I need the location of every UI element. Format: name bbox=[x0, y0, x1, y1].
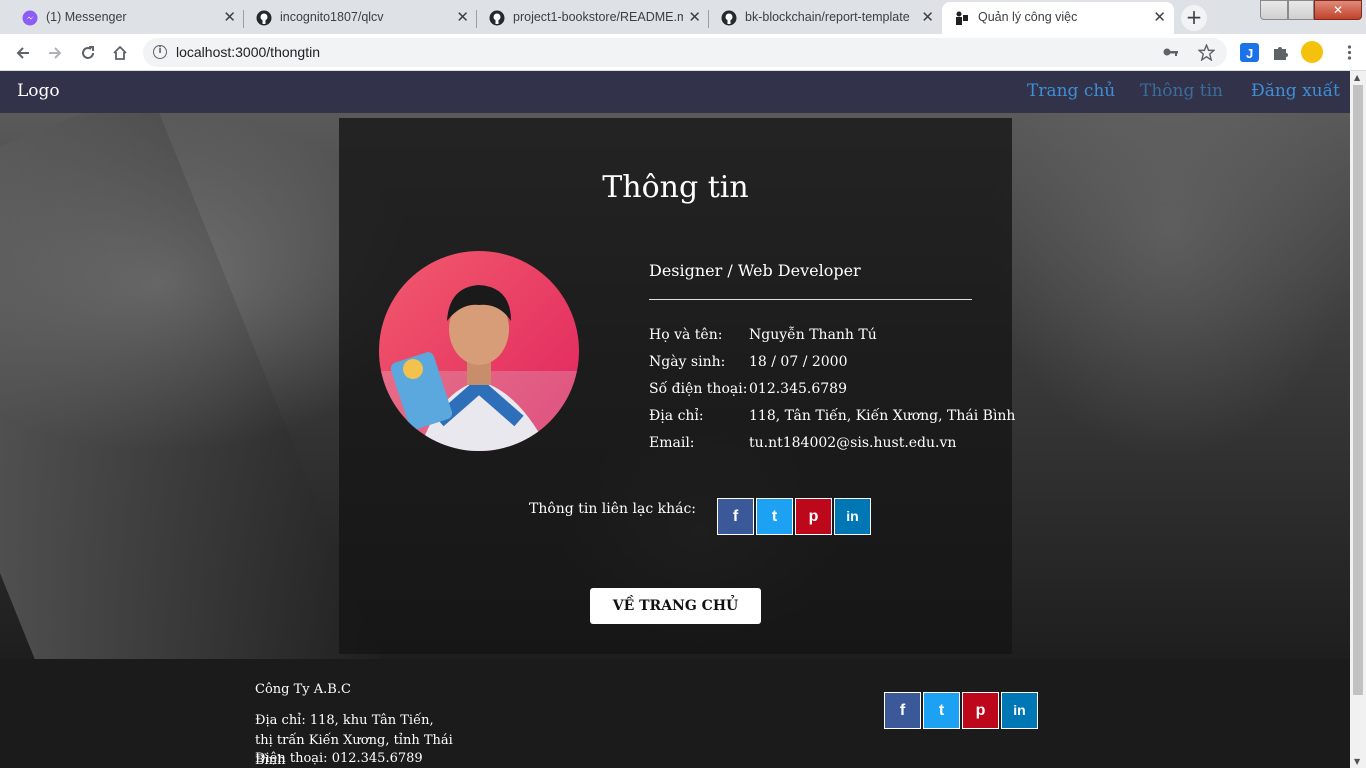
tab-label: bk-blockchain/report-template bbox=[745, 10, 910, 24]
browser-tab-bar: (1) Messenger ✕ incognito1807/qlcv ✕ pro… bbox=[0, 0, 1366, 34]
page-scrollbar[interactable]: ▲ ▼ bbox=[1350, 71, 1366, 768]
tab-label: Quản lý công việc bbox=[978, 10, 1078, 24]
tab-qlcv[interactable]: incognito1807/qlcv ✕ bbox=[244, 2, 477, 34]
tab-label: incognito1807/qlcv bbox=[280, 10, 384, 24]
svg-text:J: J bbox=[1246, 46, 1253, 61]
back-icon[interactable] bbox=[10, 40, 36, 66]
background-laptop-shape bbox=[0, 113, 389, 659]
site-logo[interactable]: Logo bbox=[17, 81, 60, 101]
info-row-name: Họ và tên: Nguyễn Thanh Tú bbox=[649, 327, 989, 349]
close-icon[interactable]: ✕ bbox=[456, 8, 469, 26]
web-page: Logo Trang chủ Thông tin Đăng xuất Thông… bbox=[0, 71, 1350, 768]
info-row-phone: Số điện thoại: 012.345.6789 bbox=[649, 381, 989, 403]
info-label: Họ và tên: bbox=[649, 327, 723, 343]
footer-facebook-icon[interactable]: f bbox=[884, 692, 921, 729]
footer-phone: Điện thoại: 012.345.6789 bbox=[255, 751, 423, 766]
nav-link-dang-xuat[interactable]: Đăng xuất bbox=[1251, 81, 1340, 101]
tab-label: project1-bookstore/README.md bbox=[513, 10, 683, 24]
site-footer: Công Ty A.B.C Địa chỉ: 118, khu Tân Tiến… bbox=[0, 659, 1350, 768]
home-icon[interactable] bbox=[107, 40, 133, 66]
site-navbar: Logo Trang chủ Thông tin Đăng xuất bbox=[0, 71, 1350, 113]
extension-j-icon[interactable]: J bbox=[1240, 43, 1259, 62]
site-info-icon[interactable]: i bbox=[153, 45, 167, 59]
profile-avatar[interactable] bbox=[1301, 41, 1323, 63]
scrollbar-thumb[interactable] bbox=[1353, 85, 1363, 695]
bookmark-star-icon[interactable] bbox=[1198, 44, 1215, 61]
scroll-up-icon[interactable]: ▲ bbox=[1354, 73, 1360, 82]
nav-link-thong-tin[interactable]: Thông tin bbox=[1140, 81, 1223, 101]
info-row-birthday: Ngày sinh: 18 / 07 / 2000 bbox=[649, 354, 989, 376]
forward-icon[interactable] bbox=[42, 40, 68, 66]
info-value: 012.345.6789 bbox=[749, 381, 847, 397]
close-icon[interactable]: ✕ bbox=[921, 8, 934, 26]
info-row-email: Email: tu.nt184002@sis.hust.edu.vn bbox=[649, 435, 989, 457]
github-icon bbox=[489, 10, 505, 26]
messenger-icon bbox=[22, 10, 38, 26]
info-value: 118, Tân Tiến, Kiến Xương, Thái Bình bbox=[749, 408, 1016, 424]
close-icon[interactable]: ✕ bbox=[688, 8, 701, 26]
facebook-icon[interactable]: f bbox=[717, 498, 754, 535]
tab-label: (1) Messenger bbox=[46, 10, 127, 24]
pinterest-icon[interactable]: p bbox=[795, 498, 832, 535]
close-icon[interactable]: ✕ bbox=[223, 8, 236, 26]
nav-link-trang-chu[interactable]: Trang chủ bbox=[1027, 81, 1115, 101]
info-label: Địa chỉ: bbox=[649, 408, 704, 424]
info-value: tu.nt184002@sis.hust.edu.vn bbox=[749, 435, 957, 451]
tab-bookstore[interactable]: project1-bookstore/README.md ✕ bbox=[477, 2, 709, 34]
window-maximize-button[interactable] bbox=[1288, 0, 1314, 20]
url-text[interactable]: localhost:3000/thongtin bbox=[176, 44, 320, 60]
linkedin-icon[interactable]: in bbox=[834, 498, 871, 535]
page-title: Thông tin bbox=[602, 170, 749, 205]
password-key-icon[interactable] bbox=[1163, 46, 1179, 58]
reload-icon[interactable] bbox=[75, 40, 101, 66]
profile-avatar-photo bbox=[379, 251, 579, 451]
info-value: Nguyễn Thanh Tú bbox=[749, 327, 877, 343]
scroll-down-icon[interactable]: ▼ bbox=[1354, 757, 1360, 766]
app-icon bbox=[956, 11, 968, 25]
job-title-divider bbox=[649, 299, 972, 300]
hero-background: Thông tin Designer / Web Developer Họ và… bbox=[0, 113, 1350, 659]
tab-quan-ly-cong-viec[interactable]: Quản lý công việc ✕ bbox=[942, 2, 1174, 34]
window-minimize-button[interactable] bbox=[1260, 0, 1288, 20]
browser-toolbar: i localhost:3000/thongtin J bbox=[0, 34, 1366, 71]
info-label: Số điện thoại: bbox=[649, 381, 748, 397]
address-bar[interactable]: i localhost:3000/thongtin bbox=[143, 38, 1227, 67]
footer-linkedin-icon[interactable]: in bbox=[1001, 692, 1038, 729]
new-tab-button[interactable]: + bbox=[1181, 5, 1207, 31]
info-value: 18 / 07 / 2000 bbox=[749, 354, 848, 370]
footer-company: Công Ty A.B.C bbox=[255, 682, 351, 697]
job-title: Designer / Web Developer bbox=[649, 261, 861, 280]
back-home-button[interactable]: VỀ TRANG CHỦ bbox=[590, 588, 761, 624]
window-close-button[interactable]: ✕ bbox=[1314, 0, 1362, 20]
tab-report-template[interactable]: bk-blockchain/report-template ✕ bbox=[709, 2, 942, 34]
info-row-address: Địa chỉ: 118, Tân Tiến, Kiến Xương, Thái… bbox=[649, 408, 1015, 430]
info-label: Email: bbox=[649, 435, 695, 451]
tab-messenger[interactable]: (1) Messenger ✕ bbox=[0, 2, 244, 34]
github-icon bbox=[721, 10, 737, 26]
close-icon[interactable]: ✕ bbox=[1153, 8, 1166, 26]
github-icon bbox=[256, 10, 272, 26]
other-contact-label: Thông tin liên lạc khác: bbox=[529, 501, 697, 517]
footer-twitter-icon[interactable]: t bbox=[923, 692, 960, 729]
profile-card: Thông tin Designer / Web Developer Họ và… bbox=[339, 118, 1015, 654]
info-label: Ngày sinh: bbox=[649, 354, 726, 370]
browser-menu-icon[interactable] bbox=[1340, 43, 1359, 62]
extensions-puzzle-icon[interactable] bbox=[1271, 43, 1290, 62]
footer-pinterest-icon[interactable]: p bbox=[962, 692, 999, 729]
twitter-icon[interactable]: t bbox=[756, 498, 793, 535]
